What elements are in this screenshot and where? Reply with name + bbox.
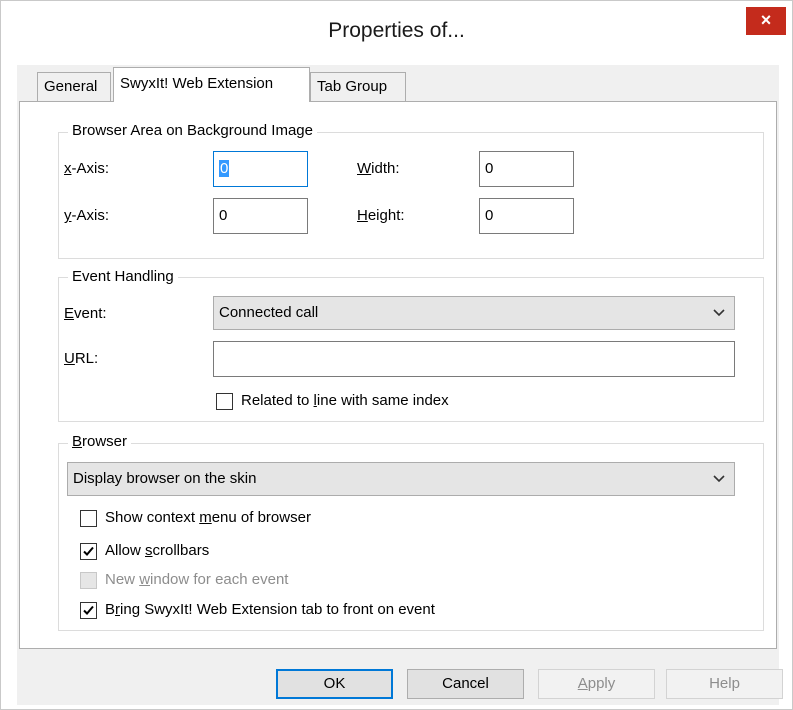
show-context-menu-checkbox[interactable] <box>80 510 97 527</box>
chevron-down-icon <box>710 463 728 495</box>
y-axis-mnemonic: y <box>64 207 72 224</box>
new-window-mnemonic: w <box>139 571 151 588</box>
event-selected-value: Connected call <box>219 304 319 321</box>
width-label-text: idth: <box>371 160 400 177</box>
show-context-menu-mnemonic: m <box>199 509 212 526</box>
new-window-text-pre: New <box>105 571 140 588</box>
browser-area-group <box>58 132 764 259</box>
show-context-menu-label[interactable]: Show context menu of browser <box>105 509 311 526</box>
properties-dialog: Properties of... × General SwyxIt! Web E… <box>0 0 793 710</box>
x-axis-label-text: -Axis: <box>71 160 110 177</box>
browser-group-title: Browser <box>68 433 132 450</box>
show-context-menu-text-post: enu of browser <box>211 509 311 526</box>
help-button[interactable]: Help <box>666 669 783 699</box>
event-label-text: vent: <box>74 305 107 322</box>
tab-swyxit-web-extension[interactable]: SwyxIt! Web Extension <box>113 67 310 102</box>
checkmark-icon <box>83 546 94 556</box>
related-line-label[interactable]: Related to line with same index <box>241 392 449 409</box>
browser-title-mnemonic: B <box>72 433 83 450</box>
height-mnemonic: H <box>357 207 368 224</box>
related-line-checkbox[interactable] <box>216 393 233 410</box>
width-mnemonic: W <box>357 160 372 177</box>
apply-button[interactable]: Apply <box>538 669 655 699</box>
x-axis-input[interactable]: 0 <box>213 151 308 187</box>
url-label-text: RL: <box>74 350 99 367</box>
window-title: Properties of... <box>328 19 465 42</box>
close-button[interactable]: × <box>746 7 786 35</box>
checkmark-icon <box>83 605 94 615</box>
related-line-text-pre: Related to <box>241 392 314 409</box>
new-window-label: New window for each event <box>105 571 288 588</box>
allow-scrollbars-text-post: crollbars <box>152 542 210 559</box>
url-label: URL: <box>64 350 98 367</box>
allow-scrollbars-label[interactable]: Allow scrollbars <box>105 542 209 559</box>
x-axis-label: x-Axis: <box>64 160 109 177</box>
allow-scrollbars-mnemonic: s <box>145 542 153 559</box>
url-input[interactable] <box>213 341 735 377</box>
title-bar[interactable]: Properties of... × <box>1 1 792 65</box>
related-line-text-post: ine with same index <box>316 392 449 409</box>
bring-tab-to-front-text-post: ing SwyxIt! Web Extension tab to front o… <box>120 601 435 618</box>
x-axis-mnemonic: x <box>64 160 72 177</box>
chevron-down-icon <box>710 297 728 329</box>
browser-mode-selected-value: Display browser on the skin <box>73 470 257 487</box>
show-context-menu-text-pre: Show context <box>105 509 200 526</box>
browser-mode-select[interactable]: Display browser on the skin <box>67 462 735 496</box>
new-window-checkbox <box>80 572 97 589</box>
event-label: Event: <box>64 305 107 322</box>
y-axis-label: y-Axis: <box>64 207 109 224</box>
y-axis-label-text: -Axis: <box>71 207 110 224</box>
x-axis-value: 0 <box>219 160 230 177</box>
tab-panel: Browser Area on Background Image x-Axis:… <box>19 101 777 649</box>
height-label: Height: <box>357 207 405 224</box>
bring-tab-to-front-checkbox[interactable] <box>80 602 97 619</box>
y-axis-input[interactable]: 0 <box>213 198 308 234</box>
event-mnemonic: E <box>64 305 75 322</box>
cancel-button[interactable]: Cancel <box>407 669 524 699</box>
ok-button[interactable]: OK <box>276 669 393 699</box>
width-label: Width: <box>357 160 400 177</box>
height-label-text: eight: <box>367 207 405 224</box>
browser-area-title: Browser Area on Background Image <box>68 122 317 139</box>
allow-scrollbars-text-pre: Allow <box>105 542 146 559</box>
bring-tab-to-front-label[interactable]: Bring SwyxIt! Web Extension tab to front… <box>105 601 435 618</box>
bring-tab-to-front-text-pre: B <box>105 601 116 618</box>
apply-mnemonic: A <box>577 675 588 692</box>
tab-tab-group[interactable]: Tab Group <box>310 72 406 102</box>
event-handling-title: Event Handling <box>68 268 178 285</box>
width-input[interactable]: 0 <box>479 151 574 187</box>
new-window-text-post: indow for each event <box>150 571 289 588</box>
apply-label-text: pply <box>587 675 616 692</box>
height-input[interactable]: 0 <box>479 198 574 234</box>
browser-title-text: rowser <box>82 433 128 450</box>
tab-general[interactable]: General <box>37 72 111 102</box>
event-select[interactable]: Connected call <box>213 296 735 330</box>
url-mnemonic: U <box>64 350 75 367</box>
allow-scrollbars-checkbox[interactable] <box>80 543 97 560</box>
